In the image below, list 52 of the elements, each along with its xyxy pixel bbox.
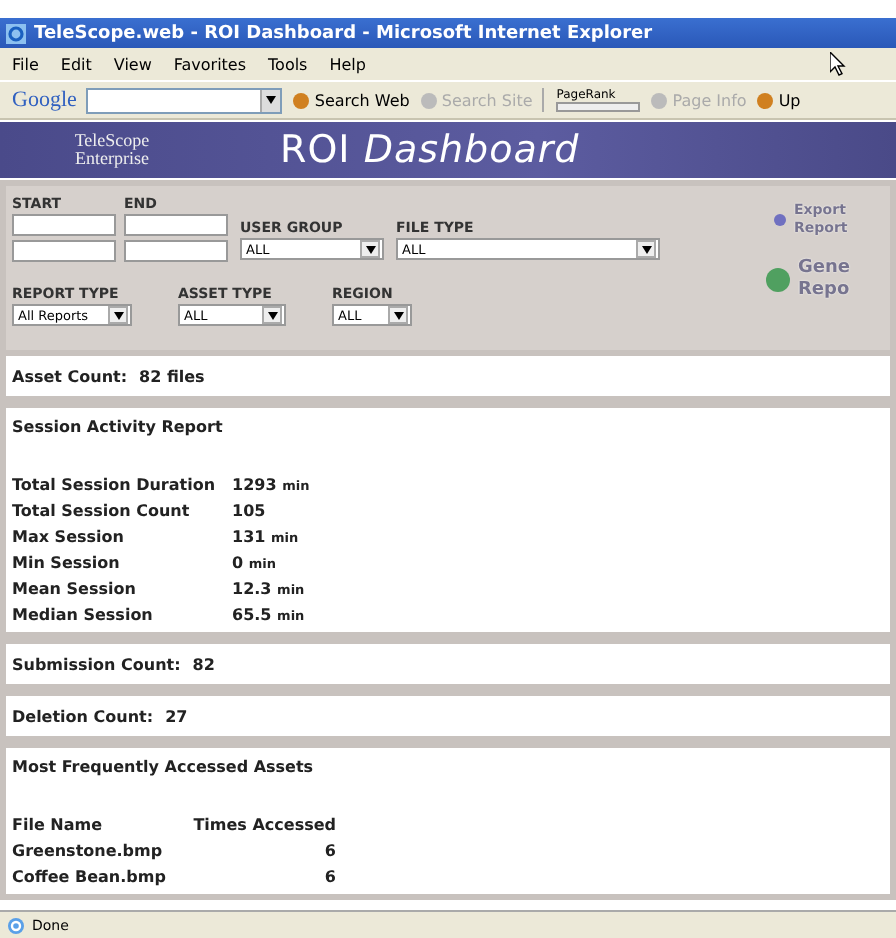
browser-icon bbox=[6, 23, 26, 43]
table-cell-text: Coffee Bean.bmp bbox=[12, 868, 168, 886]
menu-item[interactable]: Favorites bbox=[173, 55, 247, 73]
dropdown-arrow-icon[interactable] bbox=[113, 311, 123, 319]
page-title: ROI Dashboard bbox=[280, 128, 580, 172]
asset-count-label: Asset Count: bbox=[12, 367, 128, 385]
toolbar-icon bbox=[419, 91, 438, 109]
date-field[interactable] bbox=[124, 240, 228, 262]
asset-count-value: 82 files bbox=[139, 367, 205, 385]
pagerank-meter bbox=[556, 102, 641, 112]
table-cell-text: 6 bbox=[322, 868, 336, 886]
google-logo[interactable]: Google bbox=[12, 88, 77, 112]
search-field[interactable] bbox=[86, 87, 283, 113]
stat-label: Mean Session bbox=[12, 580, 138, 598]
stat-label: Median Session bbox=[12, 606, 155, 624]
dropdown-arrow-icon[interactable] bbox=[365, 245, 375, 253]
dropdown-arrow-icon[interactable] bbox=[393, 311, 403, 319]
dropdown-arrow-icon[interactable] bbox=[266, 96, 277, 104]
column-header: Times Accessed bbox=[191, 816, 336, 834]
menu-item[interactable]: Help bbox=[329, 55, 366, 73]
table-cell-text: 6 bbox=[322, 842, 336, 860]
stat-value: 105 bbox=[232, 502, 268, 520]
toolbar-button[interactable]: Up bbox=[756, 91, 801, 109]
section-title: Session Activity Report bbox=[12, 418, 225, 436]
deletion-count-label: Deletion Count: bbox=[12, 707, 154, 725]
date-field[interactable] bbox=[124, 214, 228, 236]
menu-item[interactable]: Tools bbox=[268, 55, 308, 73]
window-title: TeleScope.web - ROI Dashboard - Microsoft Internet Explorer bbox=[34, 23, 653, 43]
menu-item[interactable]: Edit bbox=[60, 55, 92, 73]
cursor-icon bbox=[830, 52, 846, 76]
submission-count-label: Submission Count: bbox=[12, 655, 181, 673]
submission-count-value: 82 bbox=[192, 655, 215, 673]
stat-label: Total Session Duration bbox=[12, 476, 218, 494]
toolbar-button[interactable]: Search Web bbox=[292, 91, 410, 109]
toolbar-icon bbox=[756, 91, 775, 109]
stat-label: Max Session bbox=[12, 528, 126, 546]
stat-label: Min Session bbox=[12, 554, 122, 572]
stat-label: Total Session Count bbox=[12, 502, 192, 520]
browser-icon bbox=[6, 915, 26, 935]
section-title: Most Frequently Accessed Assets bbox=[12, 758, 316, 776]
dropdown-arrow-icon[interactable] bbox=[641, 245, 651, 253]
toolbar-icon bbox=[650, 91, 669, 109]
menu-item[interactable]: View bbox=[113, 55, 152, 73]
table-cell-text: Greenstone.bmp bbox=[12, 842, 165, 860]
toolbar-icon bbox=[292, 91, 311, 109]
date-field[interactable] bbox=[12, 240, 116, 262]
date-field[interactable] bbox=[12, 214, 116, 236]
dropdown-arrow-icon[interactable] bbox=[267, 311, 277, 319]
deletion-count-value: 27 bbox=[165, 707, 188, 725]
telescope-logo: TeleScope Enterprise bbox=[72, 132, 152, 168]
column-header: File Name bbox=[12, 816, 105, 834]
menu-item[interactable]: File bbox=[12, 55, 39, 73]
